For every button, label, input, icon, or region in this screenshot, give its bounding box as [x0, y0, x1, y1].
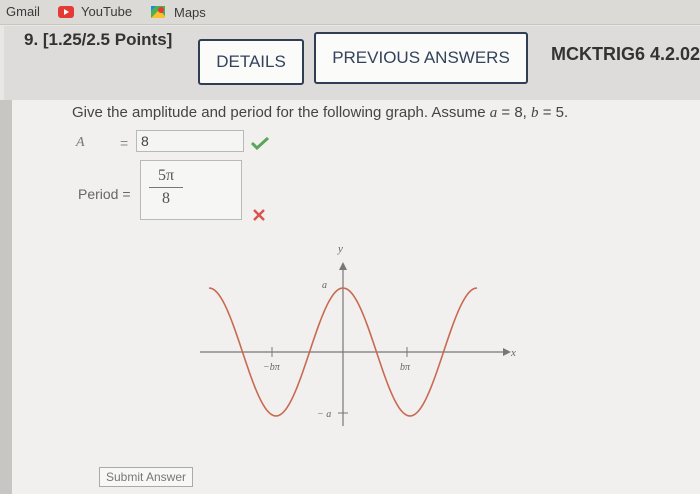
x-axis-arrow [503, 348, 511, 356]
youtube-icon [58, 5, 74, 18]
amplitude-tick-label: a [322, 280, 327, 291]
bookmark-maps-label: Maps [174, 4, 206, 20]
question-prompt: Give the amplitude and period for the fo… [72, 104, 568, 122]
period-fraction: 5π 8 [149, 167, 183, 208]
x-axis-label: x [510, 347, 516, 359]
period-denominator: 8 [162, 190, 170, 207]
bookmark-maps[interactable]: Maps [150, 4, 206, 20]
y-axis-label: y [337, 243, 343, 255]
question-number: 9. [1.25/2.5 Points] [24, 30, 173, 49]
previous-answers-button[interactable]: PREVIOUS ANSWERS [314, 32, 528, 84]
amplitude-label: A [76, 135, 85, 150]
bookmark-gmail[interactable]: Gmail [6, 4, 40, 19]
period-numerator: 5π [149, 167, 183, 188]
prompt-a-eq: = 8, [497, 104, 532, 121]
prompt-b-eq: = 5. [538, 104, 569, 121]
b-pi-tick-label: bπ [400, 362, 411, 373]
prompt-text: Give the amplitude and period for the fo… [72, 104, 486, 121]
bookmarks-bar: Gmail YouTube Maps [0, 0, 700, 25]
bookmark-youtube[interactable]: YouTube [58, 4, 132, 19]
amplitude-input[interactable]: 8 [136, 130, 244, 152]
neg-amplitude-tick-label: − a [317, 409, 331, 420]
course-code: MCKTRIG6 4.2.02 [551, 44, 700, 64]
period-input[interactable]: 5π 8 [140, 160, 242, 220]
maps-icon [151, 6, 165, 18]
period-label: Period = [78, 186, 131, 202]
incorrect-x-icon [253, 209, 265, 221]
bookmark-gmail-label: Gmail [6, 4, 40, 19]
correct-check-icon [250, 136, 270, 150]
prompt-b-var: b [531, 105, 539, 121]
cosine-graph: y x a − a −bπ bπ [200, 243, 516, 426]
submit-answer-button[interactable]: Submit Answer [99, 467, 193, 487]
y-axis-arrow [339, 262, 347, 270]
details-button[interactable]: DETAILS [198, 39, 304, 85]
bookmark-youtube-label: YouTube [81, 4, 133, 19]
neg-b-pi-tick-label: −bπ [263, 362, 281, 373]
left-margin [0, 100, 12, 494]
amplitude-equals: = [120, 135, 129, 151]
